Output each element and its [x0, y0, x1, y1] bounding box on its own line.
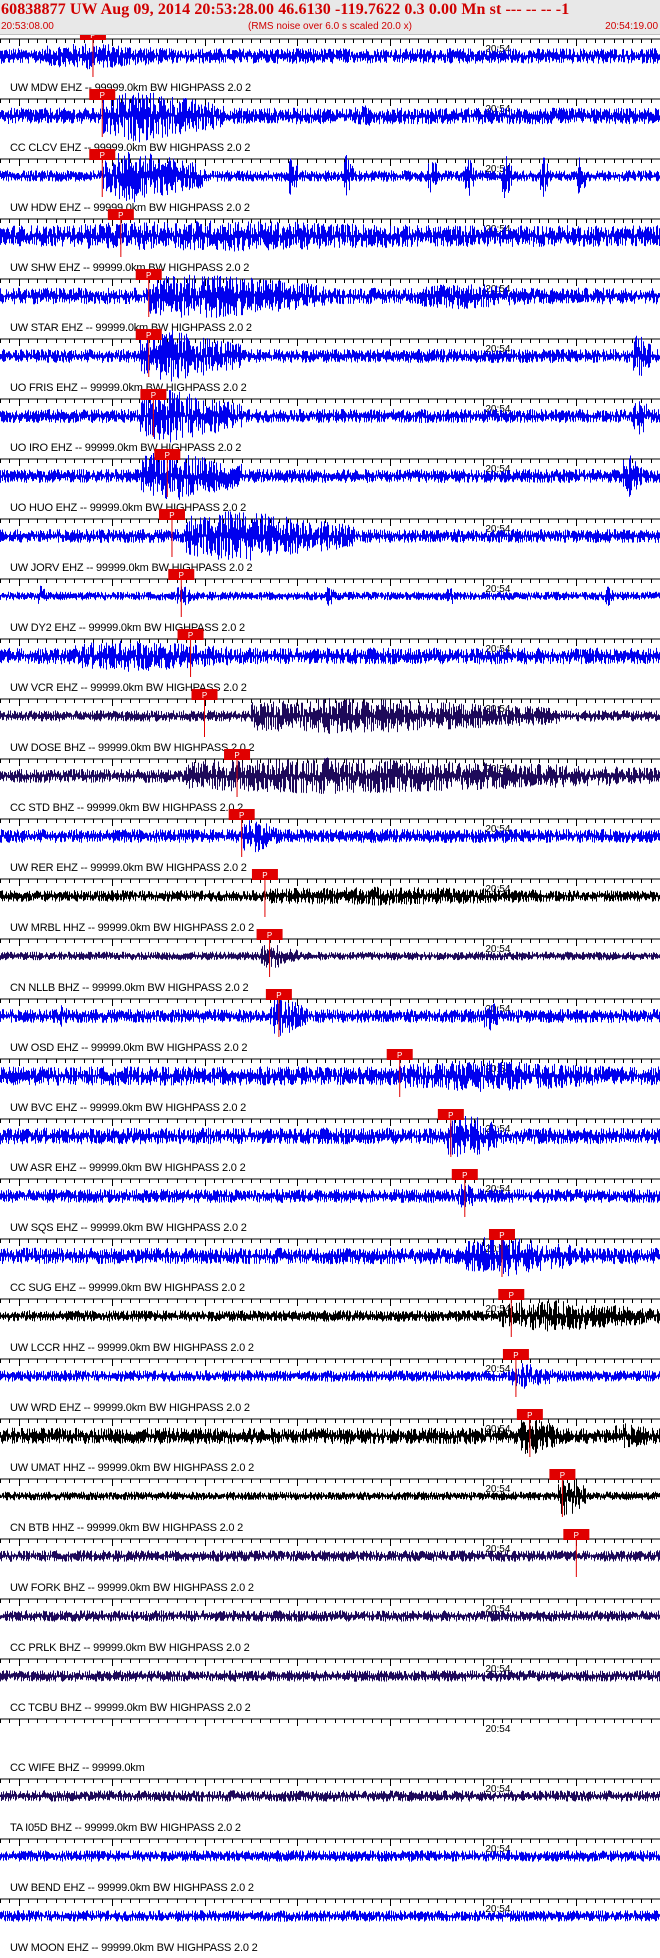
waveform-trace — [0, 1363, 660, 1389]
station-label: UW FORK BHZ -- 99999.0km BW HIGHPASS 2.0… — [10, 1582, 254, 1594]
waveform-trace — [0, 640, 660, 672]
station-label: UO IRO EHZ -- 99999.0km BW HIGHPASS 2.0 … — [10, 442, 241, 454]
station-label: UW UMAT HHZ -- 99999.0km BW HIGHPASS 2.0… — [10, 1462, 254, 1474]
station-label: CC SUG EHZ -- 99999.0km BW HIGHPASS 2.0 … — [10, 1282, 245, 1294]
waveform-trace — [0, 390, 660, 443]
pick-marker-label: P — [234, 751, 239, 760]
station-label: UW JORV EHZ -- 99999.0km BW HIGHPASS 2.0… — [10, 562, 253, 574]
pick-marker-label: P — [267, 931, 272, 940]
pick-marker-label: P — [239, 811, 244, 820]
waveform-trace — [0, 274, 660, 318]
pick-marker-label: P — [574, 1531, 579, 1540]
station-label: UW DY2 EHZ -- 99999.0km BW HIGHPASS 2.0 … — [10, 622, 245, 634]
waveform-trace — [0, 585, 660, 606]
station-label: UW WRD EHZ -- 99999.0km BW HIGHPASS 2.0 … — [10, 1402, 250, 1414]
station-label: UW RER EHZ -- 99999.0km BW HIGHPASS 2.0 … — [10, 862, 247, 874]
station-label: CC TCBU BHZ -- 99999.0km BW HIGHPASS 2.0… — [10, 1702, 251, 1714]
station-label: CC WIFE BHZ -- 99999.0km — [10, 1762, 145, 1774]
waveform-trace — [0, 1060, 660, 1092]
waveform-trace — [0, 1479, 660, 1516]
station-label: UW MOON EHZ -- 99999.0km BW HIGHPASS 2.0… — [10, 1942, 258, 1954]
waveform-trace — [0, 820, 660, 853]
time-tick-label: 20:54 — [485, 1724, 510, 1735]
waveform-trace — [0, 1300, 660, 1332]
waveform-trace — [0, 1910, 660, 1922]
waveform-trace — [0, 330, 660, 382]
pick-marker-label: P — [560, 1471, 565, 1480]
pick-marker-label: P — [276, 991, 281, 1000]
waveform-trace — [0, 698, 660, 734]
pick-marker-label: P — [202, 691, 207, 700]
station-label: UW DOSE BHZ -- 99999.0km BW HIGHPASS 2.0… — [10, 742, 255, 754]
pick-marker-label: P — [262, 871, 267, 880]
end-time-label: 20:54:19.00 — [605, 21, 658, 32]
waveform-trace — [0, 92, 660, 143]
waveform-trace — [0, 1670, 660, 1682]
pick-marker-label: P — [527, 1411, 532, 1420]
pick-marker-label: P — [397, 1051, 402, 1060]
pick-marker-label: P — [462, 1171, 467, 1180]
waveform-trace — [0, 886, 660, 906]
scaling-note: (RMS noise over 6.0 s scaled 20.0 x) — [248, 21, 412, 32]
waveform-trace — [0, 945, 660, 968]
pick-marker-label: P — [513, 1351, 518, 1360]
station-label: CN NLLB BHZ -- 99999.0km BW HIGHPASS 2.0… — [10, 982, 248, 994]
waveform-trace — [0, 1236, 660, 1277]
waveform-trace — [0, 1790, 660, 1802]
station-label: UW STAR EHZ -- 99999.0km BW HIGHPASS 2.0… — [10, 322, 252, 334]
waveform-trace — [0, 220, 660, 252]
station-label: CN BTB HHZ -- 99999.0km BW HIGHPASS 2.0 … — [10, 1522, 243, 1534]
station-label: CC CLCV EHZ -- 99999.0km BW HIGHPASS 2.0… — [10, 142, 250, 154]
pick-marker-label: P — [188, 631, 193, 640]
waveform-trace — [0, 1418, 660, 1454]
pick-marker-label: P — [179, 571, 184, 580]
station-label: CC PRLK BHZ -- 99999.0km BW HIGHPASS 2.0… — [10, 1642, 250, 1654]
pick-marker-label: P — [448, 1111, 453, 1120]
event-title: 60838877 UW Aug 09, 2014 20:53:28.00 46.… — [1, 1, 570, 18]
time-tick-label: 20:54 — [485, 1784, 510, 1795]
pick-marker-label: P — [509, 1291, 514, 1300]
pick-marker-label: P — [499, 1231, 504, 1240]
waveform-trace — [0, 1550, 660, 1562]
pick-marker-label: P — [151, 391, 156, 400]
pick-marker-label: P — [169, 511, 174, 520]
pick-marker-label: P — [146, 271, 151, 280]
station-label: UO FRIS EHZ -- 99999.0km BW HIGHPASS 2.0… — [10, 382, 247, 394]
pick-marker-label: P — [146, 331, 151, 340]
station-label: UW ASR EHZ -- 99999.0km BW HIGHPASS 2.0 … — [10, 1162, 246, 1174]
waveform-trace — [0, 996, 660, 1036]
station-label: TA I05D BHZ -- 99999.0km BW HIGHPASS 2.0… — [10, 1822, 241, 1834]
station-label: UW OSD EHZ -- 99999.0km BW HIGHPASS 2.0 … — [10, 1042, 247, 1054]
waveform-trace — [0, 1610, 660, 1622]
station-label: UW SHW EHZ -- 99999.0km BW HIGHPASS 2.0 … — [10, 262, 249, 274]
pick-marker-label: P — [100, 91, 105, 100]
waveform-trace — [0, 450, 660, 500]
pick-marker-label: P — [165, 451, 170, 460]
pick-marker-label: P — [118, 211, 123, 220]
waveform-trace — [0, 1184, 660, 1208]
station-label: UW LCCR HHZ -- 99999.0km BW HIGHPASS 2.0… — [10, 1342, 254, 1354]
seismogram-plot: 20:54 UW MDW EHZ -- 99999.0km BW HIGHPASS… — [0, 35, 660, 1954]
station-label: UW BVC EHZ -- 99999.0km BW HIGHPASS 2.0 … — [10, 1102, 246, 1114]
station-label: UO HUO EHZ -- 99999.0km BW HIGHPASS 2.0 … — [10, 502, 246, 514]
station-label: UW MRBL HHZ -- 99999.0km BW HIGHPASS 2.0… — [10, 922, 254, 934]
waveform-trace — [0, 757, 660, 794]
plot-header: 60838877 UW Aug 09, 2014 20:53:28.00 46.… — [0, 0, 660, 35]
station-label: UW SQS EHZ -- 99999.0km BW HIGHPASS 2.0 … — [10, 1222, 247, 1234]
station-label: UW BEND EHZ -- 99999.0km BW HIGHPASS 2.0… — [10, 1882, 254, 1894]
pick-marker-label: P — [90, 35, 95, 40]
station-label: CC STD BHZ -- 99999.0km BW HIGHPASS 2.0 … — [10, 802, 243, 814]
pick-marker-label: P — [100, 151, 105, 160]
waveform-trace — [0, 43, 660, 70]
waveform-trace — [0, 1114, 660, 1157]
waveform-trace — [0, 1850, 660, 1862]
station-label: UW MDW EHZ -- 99999.0km BW HIGHPASS 2.0 … — [10, 82, 251, 94]
